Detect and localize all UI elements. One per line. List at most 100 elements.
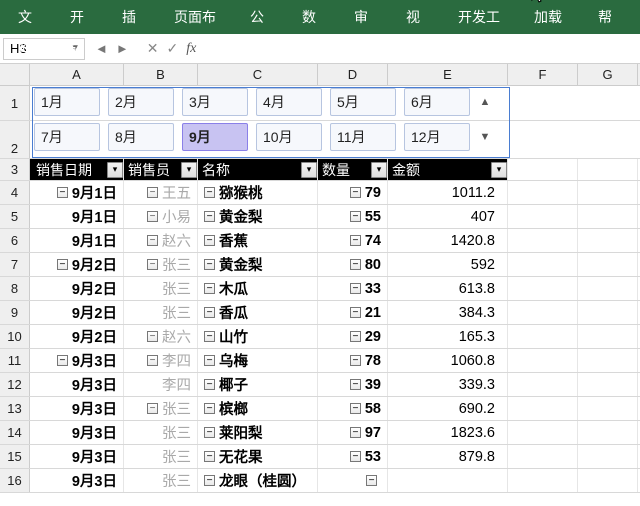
- row-header-3[interactable]: 3: [0, 159, 30, 180]
- slicer-month-8月[interactable]: 8月: [108, 123, 174, 151]
- collapse-icon[interactable]: −: [350, 379, 361, 390]
- cell[interactable]: [388, 469, 508, 492]
- slicer-scroll-down-icon[interactable]: ▼: [478, 123, 492, 151]
- row-header-10[interactable]: 10: [0, 325, 30, 348]
- cell[interactable]: 张三: [124, 277, 198, 300]
- cell[interactable]: −王五: [124, 181, 198, 204]
- collapse-icon[interactable]: −: [204, 355, 215, 366]
- row-header-16[interactable]: 16: [0, 469, 30, 492]
- cell[interactable]: [578, 373, 638, 396]
- row-header-7[interactable]: 7: [0, 253, 30, 276]
- cell[interactable]: −无花果: [198, 445, 318, 468]
- cell[interactable]: −74: [318, 229, 388, 252]
- collapse-icon[interactable]: −: [204, 211, 215, 222]
- ribbon-tab-开发工具[interactable]: 开发工具: [444, 0, 520, 34]
- ribbon-tab-视图[interactable]: 视图: [392, 0, 444, 34]
- cell[interactable]: [578, 253, 638, 276]
- cell[interactable]: [578, 397, 638, 420]
- collapse-icon[interactable]: −: [204, 259, 215, 270]
- slicer-month-9月[interactable]: 9月: [182, 123, 248, 151]
- ribbon-tab-数据[interactable]: 数据: [288, 0, 340, 34]
- cell[interactable]: [508, 277, 578, 300]
- cell[interactable]: −9月2日: [30, 253, 124, 276]
- ribbon-tab-加载项[interactable]: 加载项: [520, 0, 584, 34]
- cell[interactable]: −赵六: [124, 229, 198, 252]
- row-header-5[interactable]: 5: [0, 205, 30, 228]
- cell[interactable]: −木瓜: [198, 277, 318, 300]
- collapse-icon[interactable]: −: [57, 187, 68, 198]
- cell[interactable]: −79: [318, 181, 388, 204]
- collapse-icon[interactable]: −: [204, 283, 215, 294]
- cell[interactable]: [508, 349, 578, 372]
- cell[interactable]: 690.2: [388, 397, 508, 420]
- collapse-icon[interactable]: −: [350, 283, 361, 294]
- cell[interactable]: [508, 373, 578, 396]
- collapse-icon[interactable]: −: [350, 307, 361, 318]
- collapse-icon[interactable]: −: [147, 235, 158, 246]
- collapse-icon[interactable]: −: [350, 187, 361, 198]
- cell[interactable]: −椰子: [198, 373, 318, 396]
- collapse-icon[interactable]: −: [204, 235, 215, 246]
- cell[interactable]: 9月3日: [30, 445, 124, 468]
- row-header-9[interactable]: 9: [0, 301, 30, 324]
- cell[interactable]: 384.3: [388, 301, 508, 324]
- cell[interactable]: 9月1日: [30, 229, 124, 252]
- collapse-icon[interactable]: −: [350, 427, 361, 438]
- cell[interactable]: −: [318, 469, 388, 492]
- ribbon-tab-开始[interactable]: 开始: [56, 0, 108, 34]
- cell[interactable]: [508, 421, 578, 444]
- cell[interactable]: −39: [318, 373, 388, 396]
- slicer-month-3月[interactable]: 3月: [182, 88, 248, 116]
- cell[interactable]: [578, 469, 638, 492]
- cell[interactable]: [578, 445, 638, 468]
- cell[interactable]: [508, 253, 578, 276]
- cell[interactable]: −小易: [124, 205, 198, 228]
- row-header-11[interactable]: 11: [0, 349, 30, 372]
- cell[interactable]: [578, 349, 638, 372]
- cell[interactable]: −张三: [124, 253, 198, 276]
- cell[interactable]: 9月2日: [30, 277, 124, 300]
- cell[interactable]: [508, 301, 578, 324]
- collapse-icon[interactable]: −: [366, 475, 377, 486]
- cell[interactable]: 339.3: [388, 373, 508, 396]
- cell[interactable]: −李四: [124, 349, 198, 372]
- ribbon-tab-文件[interactable]: 文件: [4, 0, 56, 34]
- cell[interactable]: [508, 469, 578, 492]
- cancel-icon[interactable]: ✕: [147, 40, 159, 57]
- ribbon-tab-公式[interactable]: 公式: [236, 0, 288, 34]
- slicer-month-2月[interactable]: 2月: [108, 88, 174, 116]
- cell[interactable]: 9月2日: [30, 301, 124, 324]
- cell[interactable]: −黄金梨: [198, 205, 318, 228]
- cell[interactable]: [508, 181, 578, 204]
- hdr-qty[interactable]: 数量▾: [318, 159, 388, 180]
- collapse-icon[interactable]: −: [57, 259, 68, 270]
- filter-icon[interactable]: ▾: [107, 162, 123, 178]
- slicer-scroll-up-icon[interactable]: ▲: [478, 88, 492, 116]
- cell[interactable]: −55: [318, 205, 388, 228]
- col-header-D[interactable]: D: [318, 64, 388, 85]
- collapse-icon[interactable]: −: [147, 331, 158, 342]
- collapse-icon[interactable]: −: [147, 211, 158, 222]
- cell[interactable]: −21: [318, 301, 388, 324]
- cell[interactable]: −58: [318, 397, 388, 420]
- cell[interactable]: [578, 277, 638, 300]
- row-header-8[interactable]: 8: [0, 277, 30, 300]
- row-header-14[interactable]: 14: [0, 421, 30, 444]
- cell[interactable]: 张三: [124, 301, 198, 324]
- cell-f3[interactable]: [508, 159, 578, 180]
- cell[interactable]: [508, 445, 578, 468]
- collapse-icon[interactable]: −: [204, 379, 215, 390]
- ribbon-tab-帮助[interactable]: 帮助: [584, 0, 636, 34]
- row-header-1[interactable]: 1: [0, 86, 30, 120]
- collapse-icon[interactable]: −: [204, 403, 215, 414]
- row-header-4[interactable]: 4: [0, 181, 30, 204]
- cell[interactable]: −莱阳梨: [198, 421, 318, 444]
- hdr-amount[interactable]: 金额▾: [388, 159, 508, 180]
- slicer-month-4月[interactable]: 4月: [256, 88, 322, 116]
- cell[interactable]: [508, 397, 578, 420]
- collapse-icon[interactable]: −: [350, 235, 361, 246]
- row-header-6[interactable]: 6: [0, 229, 30, 252]
- cell[interactable]: [508, 205, 578, 228]
- cell[interactable]: [578, 325, 638, 348]
- cell[interactable]: 1420.8: [388, 229, 508, 252]
